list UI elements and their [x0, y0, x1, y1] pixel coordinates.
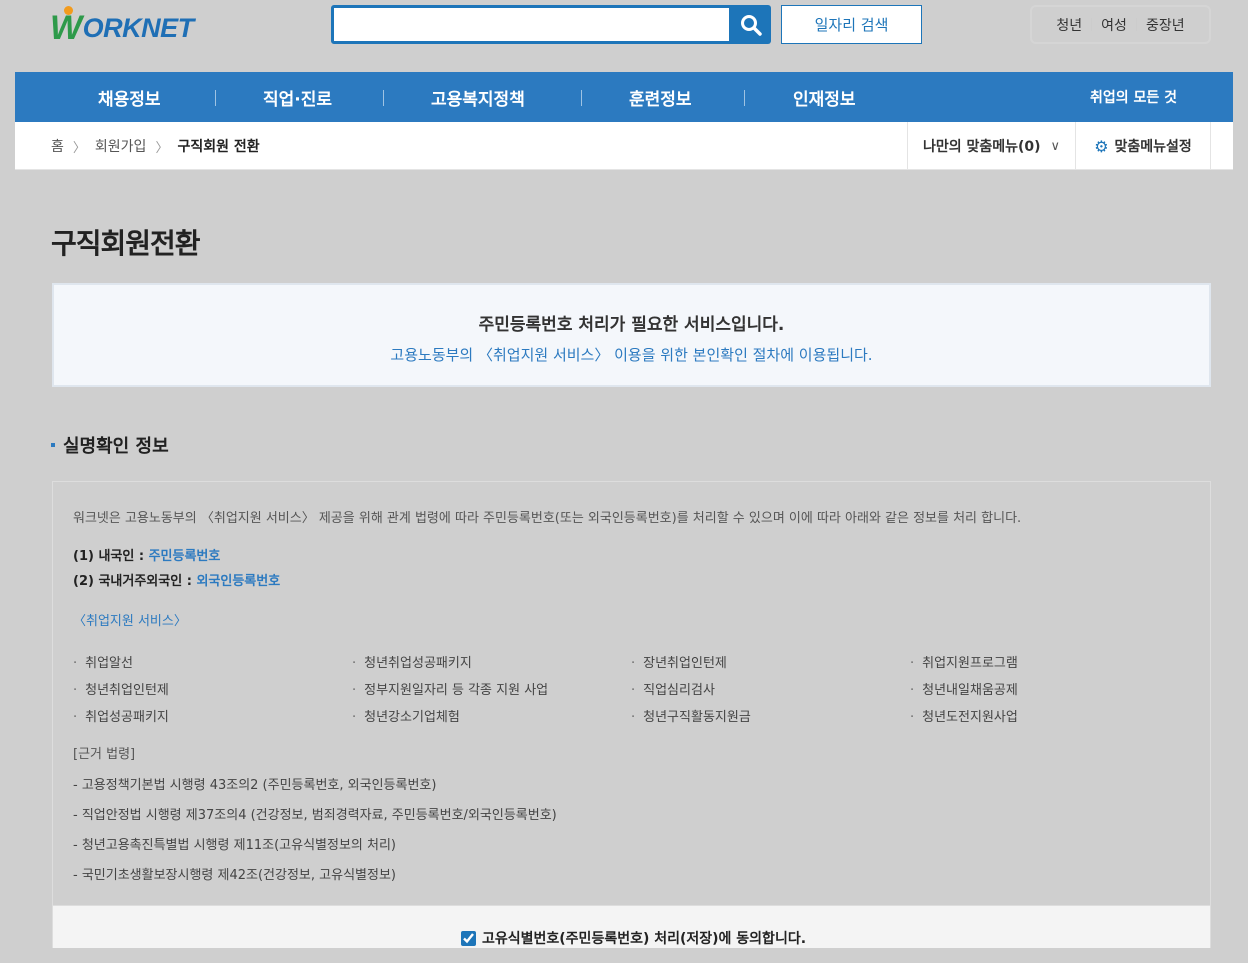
service-item: 청년취업성공패키지 — [352, 652, 472, 671]
search-icon — [741, 14, 762, 36]
chevron-right-icon: 〉 — [155, 140, 169, 156]
service-item: 취업지원프로그램 — [910, 652, 1018, 671]
services-title: 〈취업지원 서비스〉 — [73, 614, 187, 629]
info-domestic: (1) 내국인 : 주민등록번호 — [73, 545, 220, 564]
service-item: 직업심리검사 — [631, 679, 715, 698]
logo-w-icon: W — [50, 5, 82, 47]
breadcrumb-signup[interactable]: 회원가입 — [95, 136, 147, 156]
nav-divider — [215, 90, 216, 106]
chevron-down-icon: ∨ — [1050, 138, 1061, 154]
nav-item-talent[interactable]: 인재정보 — [793, 72, 856, 122]
section-title-text: 실명확인 정보 — [63, 436, 169, 457]
target-group-links: 청년 여성 중장년 — [1030, 5, 1211, 44]
info-intro: 워크넷은 고용노동부의 〈취업지원 서비스〉 제공을 위해 관계 법령에 따라 … — [73, 511, 1022, 526]
gear-icon: ⚙ — [1094, 136, 1109, 156]
logo-text: ORKNET — [82, 12, 195, 43]
divider — [1135, 18, 1137, 31]
service-item: 청년내일채움공제 — [910, 679, 1018, 698]
domestic-label: (1) 내국인 : — [73, 549, 149, 564]
search-input[interactable] — [334, 8, 729, 41]
frame-bottom — [0, 948, 1248, 963]
frame-right — [1233, 0, 1248, 963]
agree-label: 고유식별번호(주민등록번호) 처리(저장)에 동의합니다. — [482, 931, 807, 947]
nav-item-welfare-policy[interactable]: 고용복지정책 — [431, 72, 525, 122]
frame-left — [0, 0, 15, 963]
nav-divider — [581, 90, 582, 106]
notice-sub: 고용노동부의 〈취업지원 서비스〉 이용을 위한 본인확인 절차에 이용됩니다. — [390, 346, 873, 364]
page-title: 구직회원전환 — [51, 227, 201, 260]
target-link-middle-aged[interactable]: 중장년 — [1146, 15, 1185, 35]
search-button[interactable] — [731, 5, 771, 44]
nav-all-about-jobs[interactable]: 취업의 모든 것 — [1090, 72, 1177, 122]
service-item: 정부지원일자리 등 각종 지원 사업 — [352, 679, 548, 698]
info-foreign: (2) 국내거주외국인 : 외국인등록번호 — [73, 570, 280, 589]
my-menu-dropdown[interactable]: 나만의 맞춤메뉴(0) ∨ — [907, 122, 1076, 170]
breadcrumb-current: 구직회원 전환 — [177, 139, 260, 155]
breadcrumb-home[interactable]: 홈 — [51, 136, 64, 156]
service-item: 청년강소기업체험 — [352, 706, 460, 725]
job-search-button[interactable]: 일자리 검색 — [781, 5, 922, 44]
menu-settings-button[interactable]: ⚙ 맞춤메뉴설정 — [1076, 122, 1211, 170]
nav-item-training[interactable]: 훈련정보 — [629, 72, 692, 122]
bullet-icon — [51, 443, 55, 447]
nav-divider — [383, 90, 384, 106]
info-box: 워크넷은 고용노동부의 〈취업지원 서비스〉 제공을 위해 관계 법령에 따라 … — [52, 481, 1211, 911]
service-item: 취업성공패키지 — [73, 706, 169, 725]
foreign-label: (2) 국내거주외국인 : — [73, 574, 197, 589]
section-title: 실명확인 정보 — [51, 432, 169, 458]
service-item: 청년도전지원사업 — [910, 706, 1018, 725]
foreign-value: 외국인등록번호 — [196, 574, 281, 589]
search-input-box[interactable] — [331, 5, 732, 44]
domestic-value: 주민등록번호 — [148, 549, 221, 564]
target-link-youth[interactable]: 청년 — [1056, 15, 1082, 35]
chevron-right-icon: 〉 — [72, 140, 86, 156]
target-link-women[interactable]: 여성 — [1101, 15, 1127, 35]
nav-item-jobs[interactable]: 채용정보 — [98, 72, 161, 122]
law-item: 국민기초생활보장시행령 제42조(건강정보, 고유식별정보) — [73, 864, 396, 883]
law-item: 청년고용촉진특별법 시행령 제11조(고유식별정보의 처리) — [73, 834, 396, 853]
worknet-logo[interactable]: W ORKNET — [50, 5, 195, 48]
my-menu-label: 나만의 맞춤메뉴(0) — [922, 139, 1041, 155]
notice-main: 주민등록번호 처리가 필요한 서비스입니다. — [478, 315, 785, 335]
law-item: 직업안정법 시행령 제37조의4 (건강정보, 범죄경력자료, 주민등록번호/외… — [73, 804, 557, 823]
notice-box: 주민등록번호 처리가 필요한 서비스입니다. 고용노동부의 〈취업지원 서비스〉… — [52, 283, 1211, 387]
agree-checkbox[interactable] — [461, 930, 476, 946]
breadcrumb-bar: 홈 〉 회원가입 〉 구직회원 전환 나만의 맞춤메뉴(0) ∨ ⚙ 맞춤메뉴설… — [0, 122, 1248, 170]
breadcrumb: 홈 〉 회원가입 〉 구직회원 전환 — [51, 122, 260, 170]
law-item: 고용정책기본법 시행령 43조의2 (주민등록번호, 외국인등록번호) — [73, 774, 437, 793]
service-item: 취업알선 — [73, 652, 133, 671]
laws-title: [근거 법령] — [73, 747, 136, 762]
service-item: 청년구직활동지원금 — [631, 706, 751, 725]
service-item: 청년취업인턴제 — [73, 679, 169, 698]
menu-settings-label: 맞춤메뉴설정 — [1114, 139, 1192, 155]
nav-item-career[interactable]: 직업·진로 — [263, 72, 332, 122]
nav-divider — [744, 90, 745, 106]
agree-checkbox-label[interactable]: 고유식별번호(주민등록번호) 처리(저장)에 동의합니다. — [461, 928, 806, 948]
main-nav: 채용정보 직업·진로 고용복지정책 훈련정보 인재정보 취업의 모든 것 — [0, 72, 1248, 122]
service-item: 장년취업인턴제 — [631, 652, 727, 671]
divider — [1091, 18, 1093, 31]
